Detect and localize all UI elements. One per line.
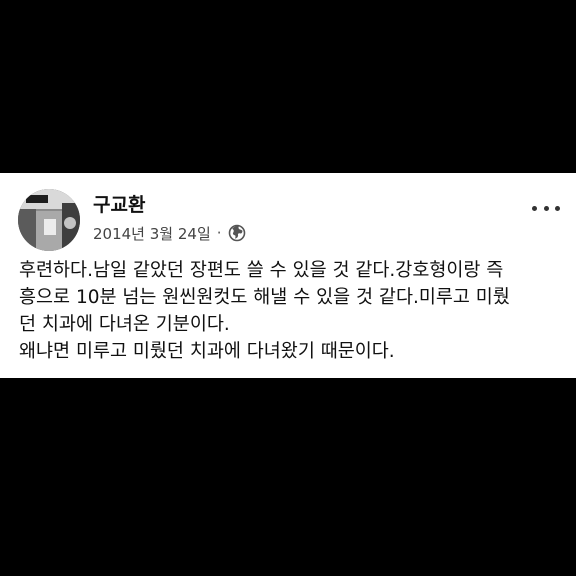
avatar-photo-icon <box>18 189 80 251</box>
post-body-line: 왜냐면 미루고 미뤘던 치과에 다녀왔기 때문이다. <box>19 341 395 362</box>
post-meta: 2014년 3월 24일 · <box>93 222 246 244</box>
avatar[interactable] <box>18 189 80 251</box>
post-body: 후련하다.남일 같았던 장편도 쓸 수 있을 것 같다.강호형이랑 즉 흥으로 … <box>19 257 567 365</box>
post-date[interactable]: 2014년 3월 24일 <box>93 223 211 244</box>
meta-separator: · <box>216 224 222 242</box>
screenshot-frame: 구교환 2014년 3월 24일 · 후련하다.남일 같았던 장편도 쓸 수 있… <box>0 0 576 576</box>
more-dots-icon <box>532 205 537 211</box>
post-card: 구교환 2014년 3월 24일 · 후련하다.남일 같았던 장편도 쓸 수 있… <box>0 173 576 378</box>
more-dots-icon <box>543 205 549 211</box>
post-body-line: 던 치과에 다녀온 기분이다. <box>19 314 230 335</box>
globe-icon[interactable] <box>228 224 246 242</box>
post-body-line: 후련하다.남일 같았던 장편도 쓸 수 있을 것 같다.강호형이랑 즉 <box>19 260 504 281</box>
more-options-button[interactable] <box>532 201 560 215</box>
author-name[interactable]: 구교환 <box>93 193 145 217</box>
more-dots-icon <box>555 205 560 211</box>
post-body-line: 흥으로 10분 넘는 원씬원컷도 해낼 수 있을 것 같다.미루고 미뤘 <box>19 287 510 308</box>
